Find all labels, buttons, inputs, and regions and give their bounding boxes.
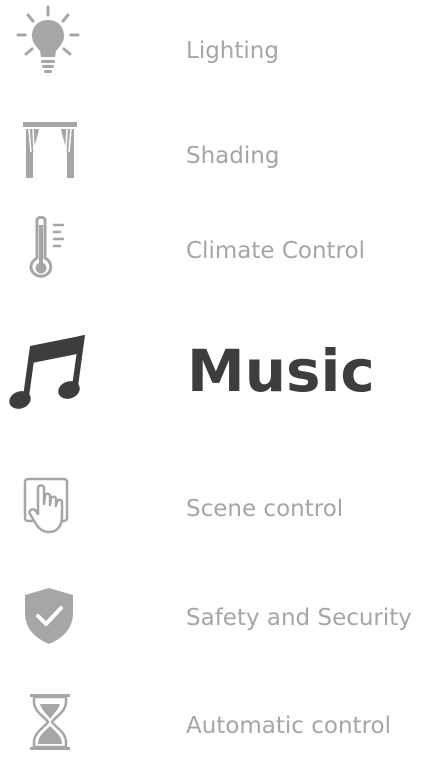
menu-item-scene-control[interactable]: Scene control — [0, 462, 426, 557]
menu-item-automatic-control[interactable]: Automatic control — [0, 680, 426, 757]
menu-item-lighting[interactable]: Lighting — [0, 0, 426, 100]
menu-item-label: Scene control — [186, 496, 344, 522]
hourglass-icon — [30, 694, 70, 750]
menu-item-music[interactable]: Music — [0, 318, 426, 438]
music-note-icon — [9, 335, 85, 409]
lightbulb-icon — [16, 5, 80, 73]
menu-item-label: Shading — [186, 143, 280, 169]
menu-item-label: Lighting — [186, 38, 279, 64]
menu-item-label: Safety and Security — [186, 605, 412, 631]
menu-item-safety-and-security[interactable]: Safety and Security — [0, 573, 426, 663]
menu-item-label: Music — [187, 337, 375, 405]
menu-item-label: Automatic control — [186, 713, 391, 739]
menu-item-label: Climate Control — [186, 238, 365, 264]
shield-check-icon — [25, 588, 73, 644]
curtain-icon — [23, 122, 77, 178]
thermometer-icon — [29, 215, 65, 278]
menu-item-climate-control[interactable]: Climate Control — [0, 205, 426, 295]
category-menu: Lighting Shading Climate Control Music S… — [0, 0, 426, 757]
touch-hand-icon — [23, 477, 69, 534]
menu-item-shading[interactable]: Shading — [0, 110, 426, 200]
